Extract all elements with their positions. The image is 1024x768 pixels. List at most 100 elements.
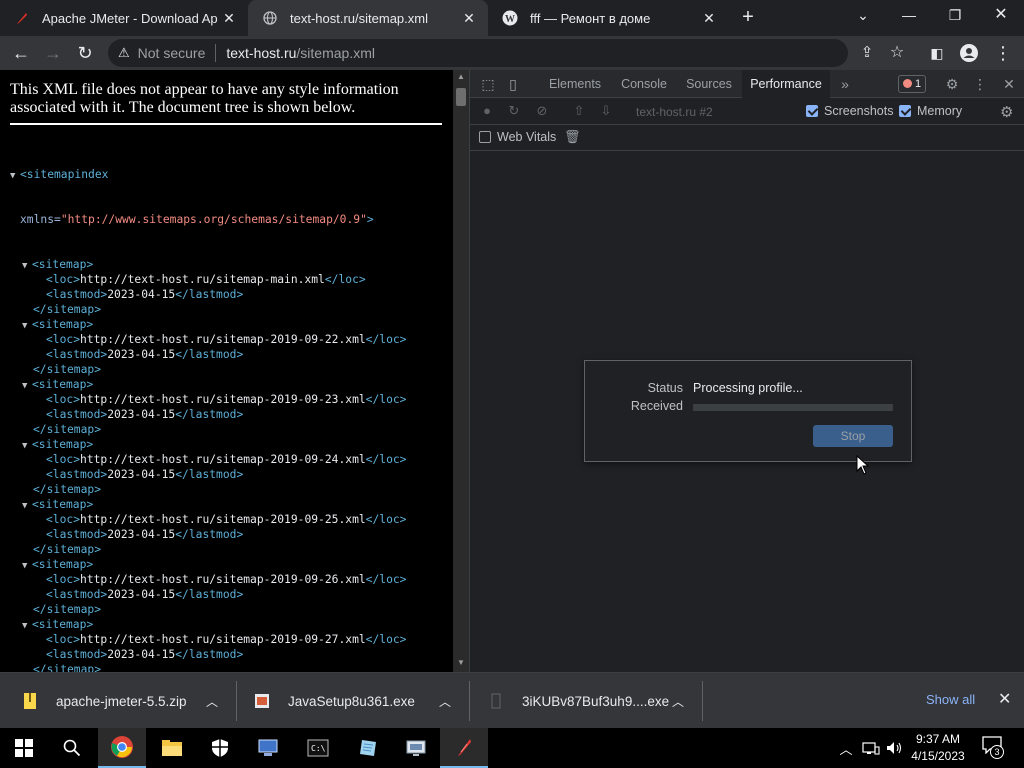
scroll-up-icon[interactable]: ▲: [456, 72, 466, 81]
inspect-element-icon[interactable]: ⬚: [479, 75, 497, 93]
bookmark-star-icon[interactable]: ☆: [884, 40, 910, 66]
collapse-triangle-icon[interactable]: ▼: [22, 259, 32, 274]
back-icon[interactable]: ←: [8, 40, 34, 66]
file-explorer-icon[interactable]: [148, 728, 196, 768]
close-devtools-icon[interactable]: ✕: [1000, 75, 1018, 93]
security-shield-icon[interactable]: [196, 728, 244, 768]
record-icon[interactable]: ●: [479, 103, 495, 119]
xml-lastmod-value: 2023-04-15: [107, 588, 176, 601]
collapse-triangle-icon[interactable]: ▼: [22, 499, 32, 514]
memory-checkbox[interactable]: Memory: [899, 104, 962, 118]
checkbox-checked-icon[interactable]: [806, 105, 818, 117]
chrome-taskbar-icon[interactable]: [98, 728, 146, 768]
collapse-triangle-icon[interactable]: ▼: [22, 559, 32, 574]
download-profile-icon[interactable]: ⇩: [598, 103, 614, 119]
close-icon[interactable]: ✕: [698, 10, 720, 27]
tab-console[interactable]: Console: [612, 70, 676, 98]
screenshots-checkbox[interactable]: Screenshots: [806, 104, 893, 118]
tab-jmeter[interactable]: Apache JMeter - Download Apac ✕: [0, 0, 248, 36]
tab-sources[interactable]: Sources: [676, 70, 742, 98]
warning-icon[interactable]: ⚠: [118, 45, 130, 61]
collapse-triangle-icon[interactable]: ▼: [22, 319, 32, 334]
show-all-downloads-link[interactable]: Show all: [926, 692, 975, 707]
forward-icon[interactable]: →: [40, 40, 66, 66]
tab-elements[interactable]: Elements: [538, 70, 612, 98]
taskbar-clock[interactable]: 9:37 AM 4/15/2023: [906, 731, 970, 765]
more-tabs-chevron-icon[interactable]: »: [836, 75, 854, 93]
xml-root-tag: <sitemapindex: [20, 168, 109, 181]
xml-sitemap-close: </sitemap>: [33, 483, 102, 496]
checkbox-checked-icon[interactable]: [899, 105, 911, 117]
error-count-badge[interactable]: 1: [898, 75, 927, 93]
download-item[interactable]: apache-jmeter-5.5.zip ︿: [22, 673, 232, 729]
url-host: text-host.ru: [226, 45, 297, 61]
xml-lastmod-line: <lastmod>2023-04-15</lastmod>: [46, 468, 244, 481]
windows-start-icon[interactable]: [0, 728, 48, 768]
remote-desktop-icon[interactable]: [392, 728, 440, 768]
xml-lastmod-value: 2023-04-15: [107, 468, 176, 481]
profile-status-dialog: Status Processing profile... Received St…: [584, 360, 912, 462]
address-bar[interactable]: ⚠ Not secure text-host.ru/sitemap.xml: [108, 39, 848, 67]
xml-viewer: This XML file does not appear to have an…: [0, 70, 453, 672]
download-item[interactable]: 3iKUBv87Buf3uh9....exe ︿: [488, 673, 698, 729]
device-toolbar-icon[interactable]: ▯: [504, 75, 522, 93]
show-hidden-icons-chevron-icon[interactable]: ︿: [836, 728, 856, 768]
tab-sitemap[interactable]: text-host.ru/sitemap.xml ✕: [248, 0, 488, 36]
jmeter-feather-taskbar-icon[interactable]: [440, 728, 488, 768]
devtools-menu-icon[interactable]: ⋮: [971, 75, 989, 93]
close-window-button[interactable]: ✕: [978, 0, 1024, 30]
tab-strip: Apache JMeter - Download Apac ✕ text-hos…: [0, 0, 1024, 36]
terminal-icon[interactable]: C:\: [294, 728, 342, 768]
collapse-triangle-icon[interactable]: ▼: [22, 439, 32, 454]
feather-icon: [14, 10, 30, 26]
globe-icon: [262, 10, 278, 26]
close-downloads-icon[interactable]: ✕: [998, 689, 1011, 709]
tab-performance[interactable]: Performance: [742, 70, 830, 98]
profile-avatar-icon[interactable]: [956, 40, 982, 66]
capture-settings-gear-icon[interactable]: ⚙: [1000, 103, 1013, 121]
notification-center-icon[interactable]: 3: [982, 736, 1006, 759]
reload-record-icon[interactable]: ↻: [506, 103, 522, 119]
web-vitals-checkbox[interactable]: Web Vitals: [479, 130, 556, 144]
minimize-button[interactable]: —: [886, 0, 932, 30]
stop-button[interactable]: Stop: [813, 425, 893, 447]
wordpress-icon: W: [502, 10, 518, 26]
side-panel-icon[interactable]: ◧: [924, 40, 950, 66]
close-icon[interactable]: ✕: [458, 10, 480, 27]
status-label: Status: [647, 381, 683, 395]
xml-loc-line: <loc>http://text-host.ru/sitemap-main.xm…: [46, 273, 366, 286]
scroll-down-icon[interactable]: ▼: [456, 658, 466, 667]
collapse-triangle-icon[interactable]: ▼: [22, 379, 32, 394]
reload-icon[interactable]: ↻: [72, 40, 98, 66]
windows-taskbar: C:\ ︿ 9:37 AM 4/15/2023 3: [0, 728, 1024, 768]
search-icon[interactable]: [48, 728, 96, 768]
restore-button[interactable]: ❐: [932, 0, 978, 30]
notepad-icon[interactable]: [344, 728, 392, 768]
close-icon[interactable]: ✕: [218, 10, 240, 27]
volume-icon[interactable]: [884, 728, 906, 768]
target-select[interactable]: text-host.ru #2: [636, 105, 713, 119]
share-icon[interactable]: ⇪: [854, 40, 880, 66]
scrollbar-thumb[interactable]: [456, 88, 466, 106]
collapse-triangle-icon[interactable]: ▼: [22, 619, 32, 634]
chevron-up-icon[interactable]: ︿: [439, 693, 451, 710]
settings-gear-icon[interactable]: ⚙: [943, 75, 961, 93]
network-computer-icon[interactable]: [244, 728, 292, 768]
new-tab-button[interactable]: +: [736, 4, 760, 32]
tab-search-icon[interactable]: ⌄: [840, 0, 886, 30]
xml-scrollbar[interactable]: ▲ ▼: [453, 70, 469, 672]
trash-icon[interactable]: 🗑: [564, 129, 581, 145]
clear-icon[interactable]: ⊘: [534, 103, 550, 119]
xml-sitemap-close: </sitemap>: [33, 363, 102, 376]
url-path: /sitemap.xml: [296, 45, 375, 61]
chevron-up-icon[interactable]: ︿: [206, 693, 218, 710]
network-icon[interactable]: [860, 728, 882, 768]
tab-wordpress[interactable]: W fff — Ремонт в доме ✕: [488, 0, 728, 36]
checkbox-unchecked-icon[interactable]: [479, 131, 491, 143]
collapse-triangle-icon[interactable]: ▼: [10, 169, 20, 184]
chevron-up-icon[interactable]: ︿: [672, 693, 684, 710]
download-item[interactable]: JavaSetup8u361.exe ︿: [254, 673, 464, 729]
upload-profile-icon[interactable]: ⇧: [571, 103, 587, 119]
xml-loc-value: http://text-host.ru/sitemap-main.xml: [80, 273, 325, 286]
kebab-menu-icon[interactable]: ⋮: [990, 40, 1016, 66]
